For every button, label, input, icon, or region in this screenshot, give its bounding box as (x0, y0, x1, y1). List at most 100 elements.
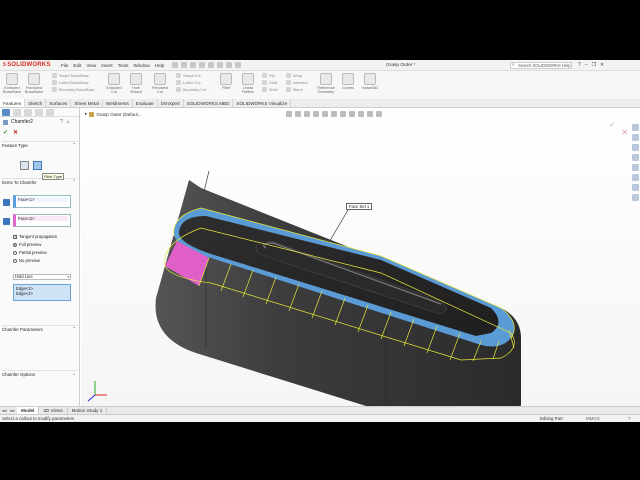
menu-bar: File Edit View Insert Tools Window Help (61, 63, 164, 68)
help-icon[interactable]: ? (578, 62, 581, 68)
extruded-cut-button[interactable]: Extruded Cut (104, 73, 124, 94)
save-icon[interactable] (190, 62, 196, 68)
no-preview-radio[interactable]: No preview (13, 258, 40, 263)
graphics-area[interactable]: ▸ Grasp Outer (Defaul... ✓ ✕ Face Set 1 (81, 108, 640, 410)
wrap-button[interactable]: Wrap (286, 73, 308, 78)
draft-button[interactable]: Draft (262, 80, 277, 85)
options-icon[interactable] (235, 62, 241, 68)
chevron-up-icon: ⌃ (72, 326, 76, 331)
reference-geometry-button[interactable]: Reference Geometry (316, 73, 336, 94)
tab-3d-views[interactable]: 3D Views (39, 407, 68, 414)
tab-surfaces[interactable]: Surfaces (46, 99, 72, 107)
fillet-type-tooltip: Fillet Type (42, 173, 65, 180)
menu-view[interactable]: View (86, 63, 96, 68)
tab-nav-first-icon[interactable]: ◂◂ (0, 407, 9, 414)
hole-wizard-button[interactable]: Hole Wizard (126, 73, 146, 94)
chamfer-type-buttons (20, 161, 42, 170)
instant3d-icon (364, 73, 376, 85)
new-icon[interactable] (172, 62, 178, 68)
swept-boss-button[interactable]: Swept Boss/Base (52, 73, 94, 78)
tab-sheet-metal[interactable]: Sheet Metal (71, 99, 103, 107)
menu-window[interactable]: Window (133, 63, 149, 68)
chamfer-options-section[interactable]: Chamfer Options ⌄ (2, 370, 78, 377)
fillet-button[interactable]: Fillet (216, 73, 236, 90)
menu-edit[interactable]: Edit (73, 63, 81, 68)
radio-icon (13, 258, 17, 263)
boundary-cut-button[interactable]: Boundary Cut (176, 87, 206, 92)
search-icon: ⌕ (512, 62, 515, 68)
boundary-boss-button[interactable]: Boundary Boss/Base (52, 87, 94, 92)
full-preview-radio[interactable]: Full preview (13, 242, 41, 247)
minimize-icon[interactable]: – (585, 62, 588, 68)
swept-cut-button[interactable]: Swept Cut (176, 73, 206, 78)
menu-file[interactable]: File (61, 63, 68, 68)
menu-insert[interactable]: Insert (101, 63, 113, 68)
model-tabs: ◂◂ ▸▸ Model 3D Views Motion Study 1 (0, 406, 640, 414)
angle-distance-chamfer-icon[interactable] (20, 161, 29, 170)
solidworks-logo[interactable]: ƽSOLIDWORKS (3, 62, 51, 68)
open-icon[interactable] (181, 62, 187, 68)
ok-button[interactable]: ✓ (3, 129, 8, 136)
undo-icon[interactable] (208, 62, 214, 68)
feature-tree-tab-icon[interactable] (2, 109, 10, 116)
edges-list[interactable]: Edge<1> Edge<2> (13, 284, 71, 301)
intersect-button[interactable]: Intersect (286, 80, 308, 85)
display-tab-icon[interactable] (46, 109, 54, 116)
tangent-propagation-checkbox[interactable]: ✓ Tangent propagation (13, 234, 57, 239)
tab-dimxpert[interactable]: DimXpert (158, 99, 184, 107)
extruded-boss-button[interactable]: Extruded Boss/Base (2, 73, 22, 94)
tab-mbd[interactable]: SOLIDWORKS MBD (184, 99, 234, 107)
help-icon[interactable]: ? (60, 119, 63, 125)
face-set-2-list[interactable]: Face<2> (13, 214, 71, 227)
hole-wizard-icon (130, 73, 142, 85)
print-icon[interactable] (199, 62, 205, 68)
chamfer-method-select[interactable]: Hold Line ▾ (13, 274, 71, 280)
select-icon[interactable] (217, 62, 223, 68)
shell-icon (262, 87, 267, 92)
face-set-1-list[interactable]: Face<1> (13, 195, 71, 208)
dimxpert-tab-icon[interactable] (35, 109, 43, 116)
lofted-boss-button[interactable]: Lofted Boss/Base (52, 80, 94, 85)
menu-tools[interactable]: Tools (118, 63, 129, 68)
close-icon[interactable]: ✕ (600, 62, 604, 68)
lofted-cut-button[interactable]: Lofted Cut (176, 80, 206, 85)
search-input[interactable]: ⌕ Search SOLIDWORKS Help (510, 62, 572, 69)
tab-features[interactable]: Features (0, 99, 26, 107)
revolved-cut-icon (154, 73, 166, 85)
chevron-down-icon: ⌄ (72, 371, 76, 376)
revolved-cut-button[interactable]: Revolved Cut (150, 73, 170, 94)
tab-weldments[interactable]: Weldments (103, 99, 133, 107)
shell-button[interactable]: Shell (262, 87, 277, 92)
tab-evaluate[interactable]: Evaluate (133, 99, 158, 107)
partial-preview-radio[interactable]: Partial preview (13, 250, 46, 255)
configuration-tab-icon[interactable] (24, 109, 32, 116)
curves-icon (342, 73, 354, 85)
feature-type-section[interactable]: Feature Type ⌃ (2, 141, 78, 148)
mirror-button[interactable]: Mirror (286, 87, 308, 92)
tab-model[interactable]: Model (17, 407, 40, 414)
face-set-callout[interactable]: Face Set 1 (346, 203, 373, 210)
tab-nav-next-icon[interactable]: ▸▸ (9, 407, 18, 414)
revolved-boss-button[interactable]: Revolved Boss/Base (24, 73, 44, 94)
property-manager-tab-icon[interactable] (13, 109, 21, 116)
restore-icon[interactable]: ❐ (592, 62, 596, 68)
command-tabs: Features Sketch Surfaces Sheet Metal Wel… (0, 99, 640, 108)
linear-pattern-button[interactable]: Linear Pattern (238, 73, 258, 94)
manager-tabs (0, 108, 79, 117)
tab-visualize[interactable]: SOLIDWORKS Visualize (233, 99, 292, 107)
curves-button[interactable]: Curves (338, 73, 358, 90)
tab-sketch[interactable]: Sketch (25, 99, 47, 107)
face-face-chamfer-icon[interactable] (33, 161, 42, 170)
menu-help[interactable]: Help (155, 63, 164, 68)
pin-icon[interactable]: ⊥ (66, 119, 70, 125)
rebuild-icon[interactable] (226, 62, 232, 68)
tab-motion-study[interactable]: Motion Study 1 (68, 407, 108, 414)
rib-button[interactable]: Rib (262, 73, 277, 78)
units-selector[interactable]: MMGS (586, 416, 600, 421)
chamfer-parameters-section[interactable]: Chamfer Parameters ⌃ (2, 325, 78, 332)
items-to-chamfer-section[interactable]: Items To Chamfer ⌃ (2, 178, 78, 185)
cancel-button[interactable]: ✕ (13, 129, 18, 136)
status-help-icon[interactable]: ? (628, 416, 630, 421)
misc-stack-2: Wrap Intersect Mirror (286, 73, 308, 92)
instant3d-button[interactable]: Instant3D (360, 73, 380, 90)
